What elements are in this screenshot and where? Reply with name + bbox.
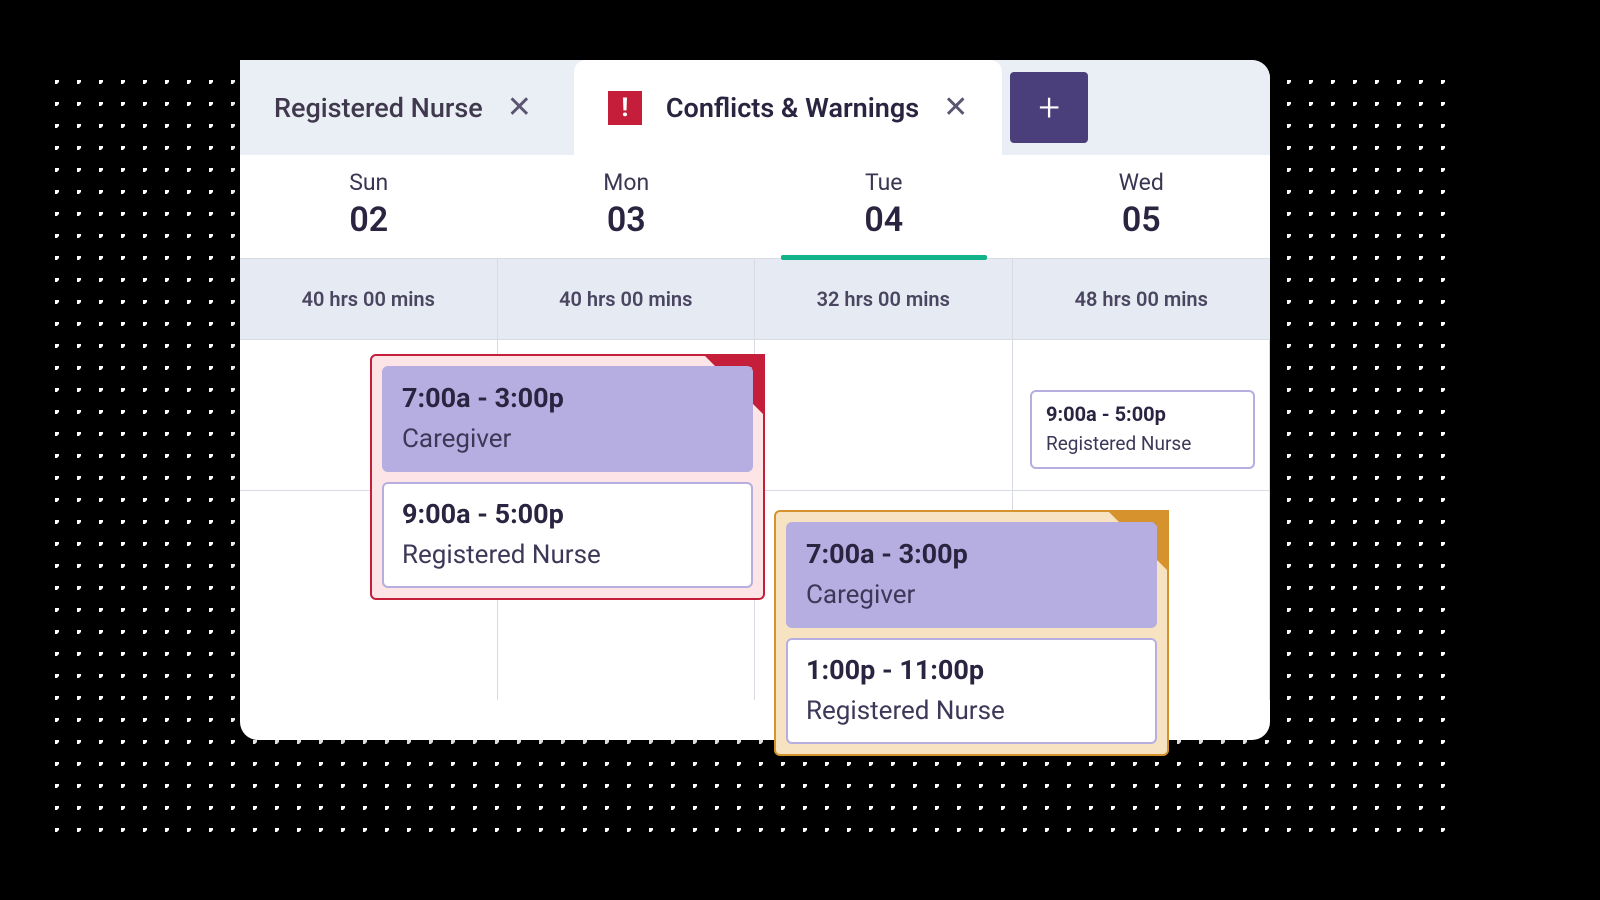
tab-bar: Registered Nurse ✕ ! Conflicts & Warning… — [240, 60, 1270, 155]
shift-time: 7:00a - 3:00p — [806, 538, 1137, 570]
shift-role: Caregiver — [402, 424, 733, 454]
hours-cell: 32 hrs 00 mins — [755, 259, 1013, 339]
close-icon[interactable]: ✕ — [507, 93, 532, 123]
shift-card[interactable]: 9:00a - 5:00p Registered Nurse — [1030, 390, 1255, 469]
day-header-sun[interactable]: Sun 02 — [240, 155, 498, 258]
conflict-group-error[interactable]: ! 7:00a - 3:00p Caregiver 9:00a - 5:00p … — [370, 354, 765, 600]
mask — [1460, 0, 1600, 900]
shift-role: Registered Nurse — [1046, 432, 1239, 455]
tab-conflicts-warnings[interactable]: ! Conflicts & Warnings ✕ — [574, 60, 1002, 155]
day-header-tue[interactable]: Tue 04 — [755, 155, 1013, 258]
hours-summary-row: 40 hrs 00 mins 40 hrs 00 mins 32 hrs 00 … — [240, 259, 1270, 340]
hours-cell: 48 hrs 00 mins — [1013, 259, 1271, 339]
day-number: 04 — [755, 200, 1013, 240]
hours-cell: 40 hrs 00 mins — [498, 259, 756, 339]
mask — [0, 840, 1600, 900]
day-name: Tue — [755, 169, 1013, 196]
day-number: 02 — [240, 200, 498, 240]
shift-role: Registered Nurse — [806, 696, 1137, 726]
day-number: 03 — [498, 200, 756, 240]
shift-time: 9:00a - 5:00p — [1046, 402, 1239, 426]
day-number: 05 — [1013, 200, 1271, 240]
today-indicator — [781, 255, 987, 260]
schedule-body: ! 7:00a - 3:00p Caregiver 9:00a - 5:00p … — [240, 340, 1270, 700]
shift-role: Caregiver — [806, 580, 1137, 610]
day-header-mon[interactable]: Mon 03 — [498, 155, 756, 258]
day-name: Mon — [498, 169, 756, 196]
shift-time: 7:00a - 3:00p — [402, 382, 733, 414]
hours-cell: 40 hrs 00 mins — [240, 259, 498, 339]
tab-label: Conflicts & Warnings — [666, 92, 919, 124]
day-header-wed[interactable]: Wed 05 — [1013, 155, 1271, 258]
shift-card[interactable]: 7:00a - 3:00p Caregiver — [382, 366, 753, 472]
shift-time: 9:00a - 5:00p — [402, 498, 733, 530]
row-divider — [755, 490, 1012, 491]
row-divider — [1013, 490, 1270, 491]
shift-role: Registered Nurse — [402, 540, 733, 570]
schedule-panel: Registered Nurse ✕ ! Conflicts & Warning… — [240, 60, 1270, 740]
add-tab-button[interactable]: + — [1010, 72, 1088, 143]
day-header-row: Sun 02 Mon 03 Tue 04 Wed 05 — [240, 155, 1270, 259]
shift-card[interactable]: 1:00p - 11:00p Registered Nurse — [786, 638, 1157, 744]
shift-card[interactable]: 7:00a - 3:00p Caregiver — [786, 522, 1157, 628]
shift-card[interactable]: 9:00a - 5:00p Registered Nurse — [382, 482, 753, 588]
day-name: Sun — [240, 169, 498, 196]
close-icon[interactable]: ✕ — [943, 93, 968, 123]
day-name: Wed — [1013, 169, 1271, 196]
shift-time: 1:00p - 11:00p — [806, 654, 1137, 686]
conflict-group-warning[interactable]: ! 7:00a - 3:00p Caregiver 1:00p - 11:00p… — [774, 510, 1169, 756]
alert-icon: ! — [608, 91, 642, 125]
plus-icon: + — [1039, 86, 1060, 130]
tab-registered-nurse[interactable]: Registered Nurse ✕ — [240, 60, 566, 155]
mask — [0, 0, 40, 900]
tab-label: Registered Nurse — [274, 92, 483, 124]
